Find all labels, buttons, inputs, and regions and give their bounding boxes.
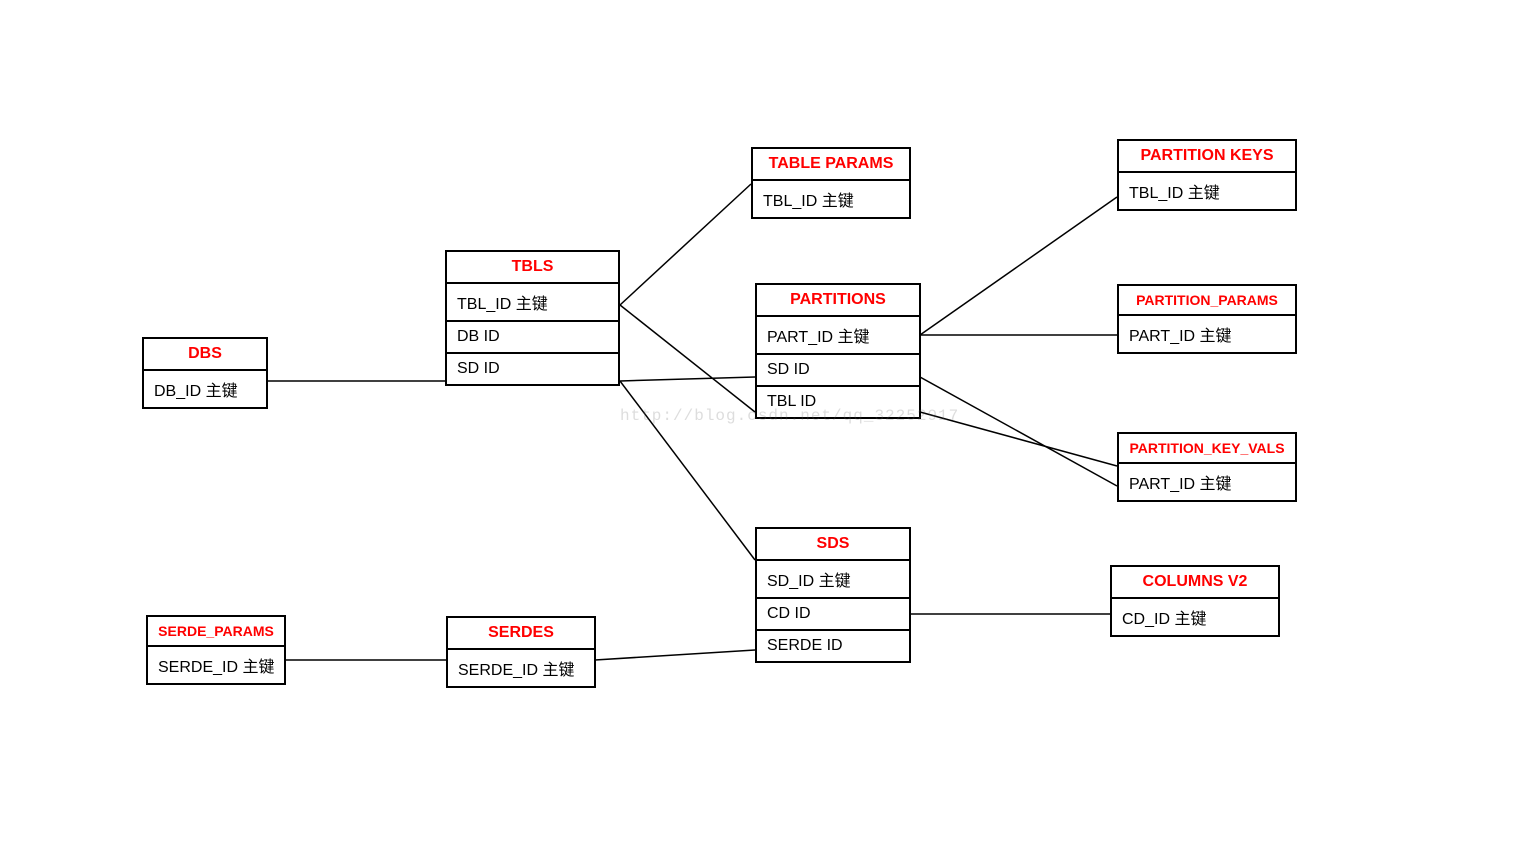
entity-sds-row0: SD_ID 主键	[757, 561, 909, 599]
entity-partition-keys-row0: TBL_ID 主键	[1119, 173, 1295, 209]
entity-serde-params-title: SERDE_PARAMS	[148, 617, 284, 647]
entity-sds-row1: CD ID	[757, 599, 909, 631]
entity-partition-keys: PARTITION KEYS TBL_ID 主键	[1117, 139, 1297, 211]
entity-partition-keys-title: PARTITION KEYS	[1119, 141, 1295, 173]
entity-serde-params-row0: SERDE_ID 主键	[148, 647, 284, 683]
entity-tbls-row1: DB ID	[447, 322, 618, 354]
entity-dbs: DBS DB_ID 主键	[142, 337, 268, 409]
entity-columns-v2-title: COLUMNS V2	[1112, 567, 1278, 599]
entity-partition-params-title: PARTITION_PARAMS	[1119, 286, 1295, 316]
entity-partitions-title: PARTITIONS	[757, 285, 919, 317]
entity-columns-v2-row0: CD_ID 主键	[1112, 599, 1278, 635]
entity-partition-params-row0: PART_ID 主键	[1119, 316, 1295, 352]
entity-tbls: TBLS TBL_ID 主键 DB ID SD ID	[445, 250, 620, 386]
entity-serde-params: SERDE_PARAMS SERDE_ID 主键	[146, 615, 286, 685]
connector-lines	[0, 0, 1532, 843]
entity-sds: SDS SD_ID 主键 CD ID SERDE ID	[755, 527, 911, 663]
entity-serdes: SERDES SERDE_ID 主键	[446, 616, 596, 688]
entity-table-params-row0: TBL_ID 主键	[753, 181, 909, 217]
entity-partition-key-vals: PARTITION_KEY_VALS PART_ID 主键	[1117, 432, 1297, 502]
entity-tbls-row2: SD ID	[447, 354, 618, 384]
entity-table-params: TABLE PARAMS TBL_ID 主键	[751, 147, 911, 219]
entity-table-params-title: TABLE PARAMS	[753, 149, 909, 181]
entity-partitions: PARTITIONS PART_ID 主键 SD ID TBL ID	[755, 283, 921, 419]
entity-dbs-title: DBS	[144, 339, 266, 371]
entity-partitions-row2: TBL ID	[757, 387, 919, 417]
entity-tbls-title: TBLS	[447, 252, 618, 284]
entity-dbs-row0: DB_ID 主键	[144, 371, 266, 407]
entity-serdes-title: SERDES	[448, 618, 594, 650]
entity-tbls-row0: TBL_ID 主键	[447, 284, 618, 322]
entity-partitions-row1: SD ID	[757, 355, 919, 387]
entity-partition-key-vals-row0: PART_ID 主键	[1119, 464, 1295, 500]
entity-sds-title: SDS	[757, 529, 909, 561]
entity-partition-key-vals-title: PARTITION_KEY_VALS	[1119, 434, 1295, 464]
entity-columns-v2: COLUMNS V2 CD_ID 主键	[1110, 565, 1280, 637]
entity-sds-row2: SERDE ID	[757, 631, 909, 661]
entity-partition-params: PARTITION_PARAMS PART_ID 主键	[1117, 284, 1297, 354]
entity-partitions-row0: PART_ID 主键	[757, 317, 919, 355]
entity-serdes-row0: SERDE_ID 主键	[448, 650, 594, 686]
